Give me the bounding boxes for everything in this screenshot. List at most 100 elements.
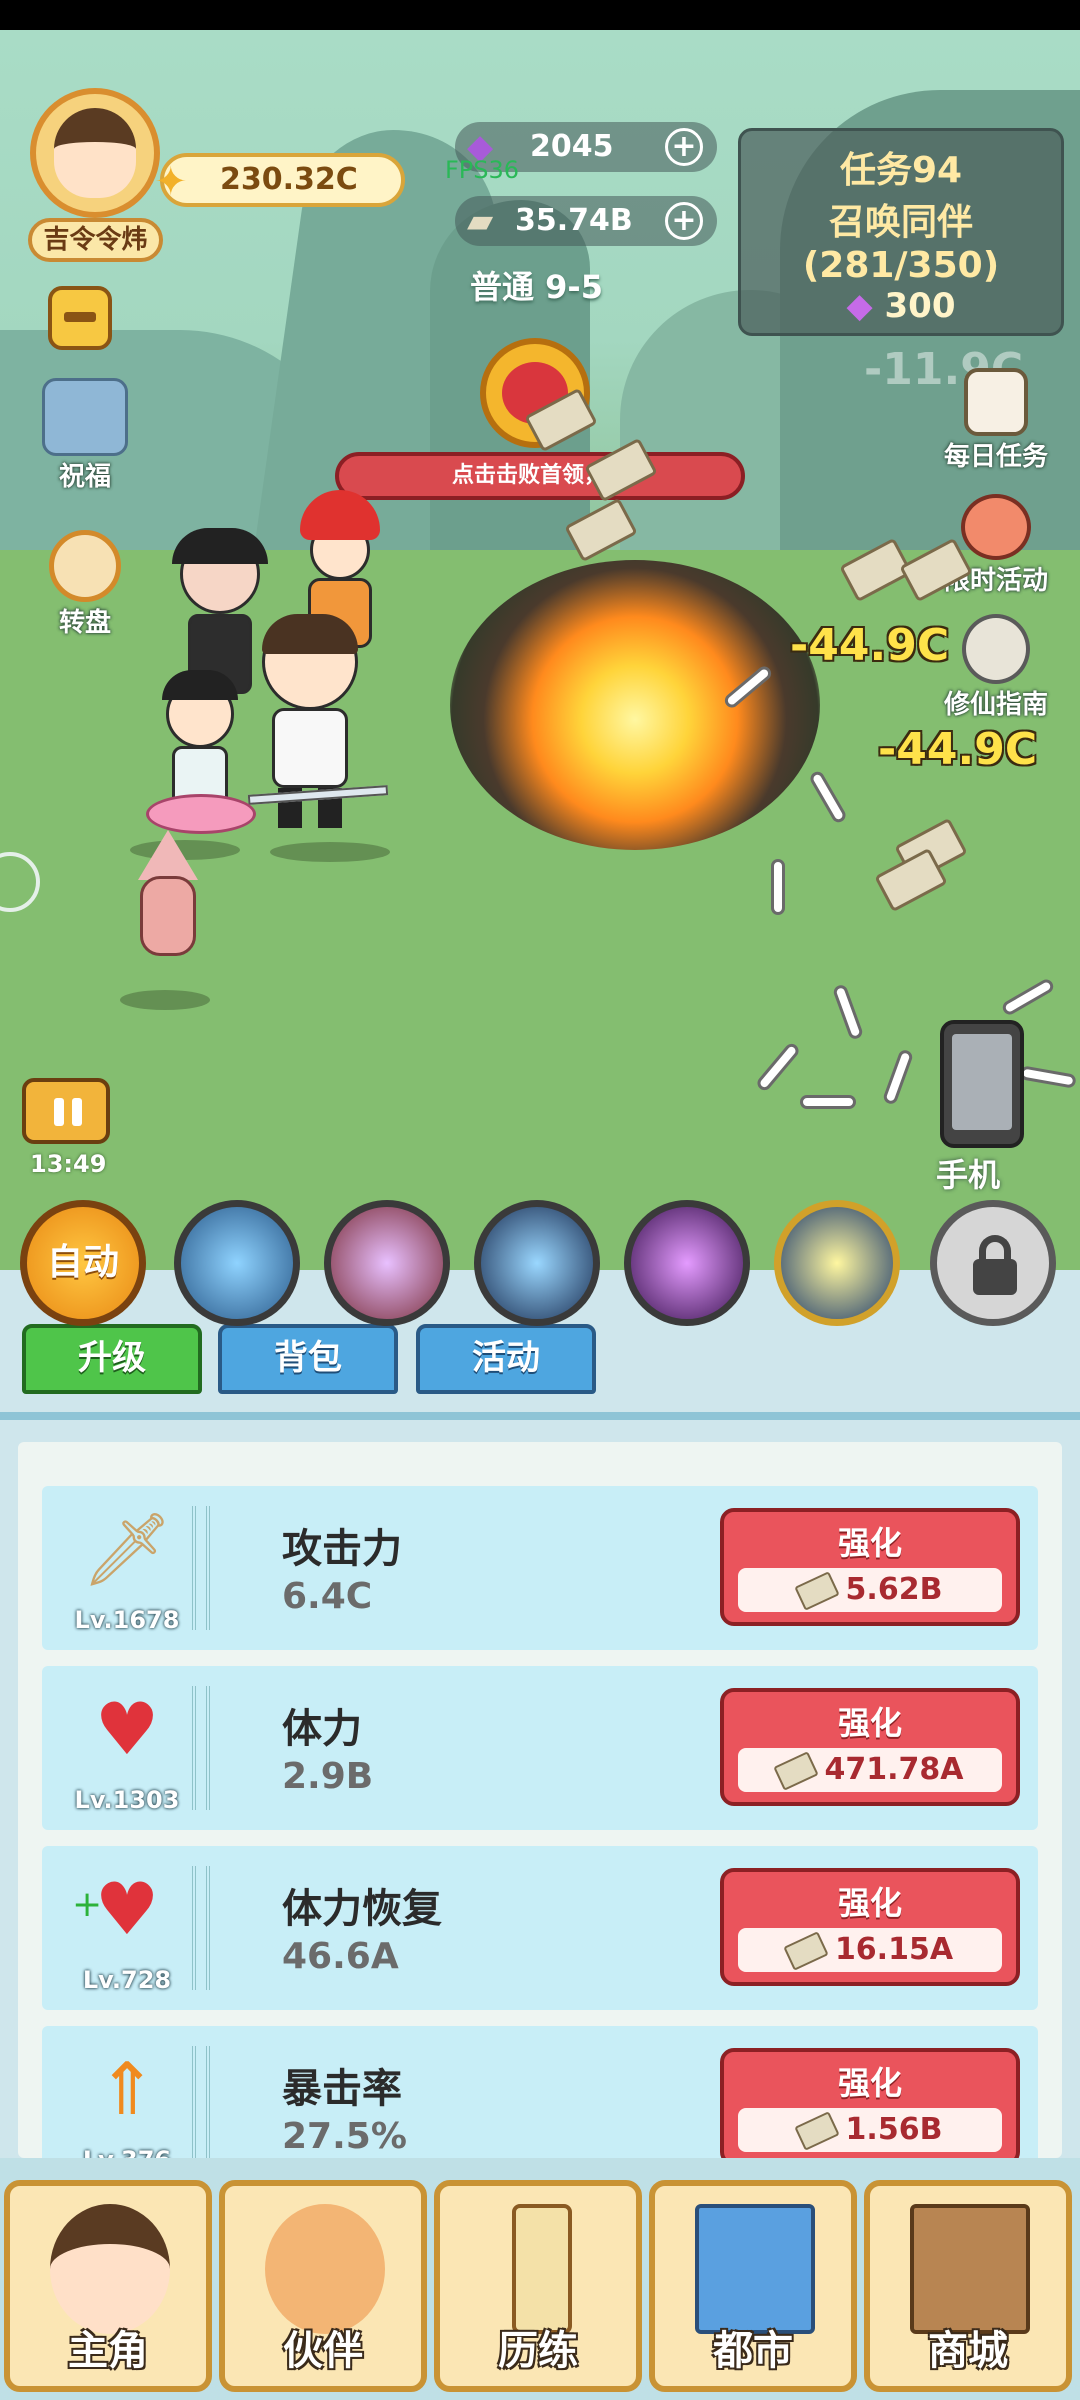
task-title: 任务94 [839, 150, 963, 191]
stage-label: 普通 9-5 [470, 268, 603, 306]
cash-icon [793, 1570, 840, 1611]
skill-locked-slot[interactable] [930, 1200, 1056, 1326]
clipboard-icon [964, 368, 1028, 436]
roulette-wheel-icon [49, 530, 121, 602]
gold-value: 230.32C [220, 162, 358, 197]
daily-task-button[interactable]: 每日任务 [932, 368, 1060, 473]
player-name[interactable]: 吉令令炜 [28, 218, 163, 262]
skill-beast-icon[interactable] [324, 1200, 450, 1326]
upgrade-cost: 471.78A [738, 1748, 1002, 1792]
bone-debris [771, 859, 785, 915]
task-panel[interactable]: 任务94 召唤同伴 (281/350) ◆ 300 [738, 128, 1064, 336]
squid-body [140, 876, 196, 956]
pause-icon [72, 1098, 82, 1126]
skill-lightning-icon[interactable] [624, 1200, 750, 1326]
nav-label: 伙伴 [283, 2328, 363, 2374]
gold-counter: ✦ 230.32C [154, 153, 405, 207]
task-progress: (281/350) [802, 245, 1000, 286]
cash-icon [783, 1930, 829, 1971]
nav-shop[interactable]: 商城 [864, 2180, 1072, 2392]
upgrade-list[interactable]: 🗡 Lv.1678 攻击力 6.4C 强化 5.62B ♥ Lv.1303 体力… [18, 1442, 1062, 2158]
explosion-effect [450, 560, 820, 850]
avatar-face [54, 108, 136, 198]
nav-training[interactable]: 历练 [434, 2180, 642, 2392]
task-reward-value: 300 [884, 286, 956, 326]
add-cash-button[interactable]: + [665, 202, 703, 240]
stat-value: 46.6A [282, 1936, 399, 1977]
nav-hero[interactable]: 主角 [4, 2180, 212, 2392]
shop-stall-icon [910, 2204, 1030, 2334]
squid-fin [138, 830, 198, 880]
city-buildings-icon [695, 2204, 815, 2334]
upgrade-button-crit[interactable]: 强化 1.56B [720, 2048, 1020, 2158]
tab-bar: 升级 背包 活动 [0, 1324, 1080, 1396]
skill-spirit-orb-icon[interactable] [474, 1200, 600, 1326]
ornament-divider [192, 1866, 210, 1990]
stat-name: 体力恢复 [282, 1885, 442, 1932]
cultivation-guide-label: 修仙指南 [943, 690, 1048, 720]
cultivation-guide-button[interactable]: 修仙指南 [932, 614, 1060, 721]
stat-icon-wrap: ♥ Lv.1303 [62, 1684, 182, 1814]
minus-icon [64, 312, 96, 322]
upgrade-row-attack: 🗡 Lv.1678 攻击力 6.4C 强化 5.62B [42, 1486, 1038, 1650]
stat-level: Lv.376 [62, 2146, 192, 2158]
stat-name: 暴击率 [282, 2065, 402, 2112]
cash-icon: ▰ [467, 201, 494, 241]
hero-shadow [270, 842, 390, 862]
fps-counter: FPS36 [445, 156, 520, 184]
skill-comet-icon[interactable] [774, 1200, 900, 1326]
upgrade-row-regen: ♥ + Lv.728 体力恢复 46.6A 强化 16.15A [42, 1846, 1038, 2010]
cat-portrait-icon [265, 2204, 385, 2334]
skill-bar: 自动 [0, 1190, 1080, 1326]
skill-ice-dragon-icon[interactable] [174, 1200, 300, 1326]
upgrade-cost-value: 1.56B [845, 2112, 943, 2147]
tab-activity[interactable]: 活动 [416, 1324, 596, 1394]
add-gems-button[interactable]: + [665, 128, 703, 166]
player-avatar[interactable] [30, 88, 160, 218]
crit-arrow-icon: ⇑ [96, 2047, 158, 2131]
plus-icon: + [72, 1884, 103, 1925]
nav-partner[interactable]: 伙伴 [219, 2180, 427, 2392]
upgrade-cost: 5.62B [738, 1568, 1002, 1612]
ornament-divider [192, 2046, 210, 2158]
nav-label: 历练 [498, 2328, 578, 2374]
auto-battle-button[interactable]: 自动 [20, 1200, 146, 1326]
daily-task-label: 每日任务 [943, 442, 1048, 472]
heal-heart-icon: ♥ + [72, 1864, 182, 1954]
phone-icon [952, 1034, 1012, 1130]
upgrade-button-label: 强化 [837, 1524, 902, 1562]
collapse-button[interactable] [48, 286, 112, 350]
pause-icon [54, 1098, 64, 1126]
party-popper-icon [961, 494, 1031, 560]
pause-button[interactable] [22, 1078, 110, 1144]
sage-figure-icon [962, 614, 1030, 684]
upgrade-cost: 16.15A [738, 1928, 1002, 1972]
tab-bag[interactable]: 背包 [218, 1324, 398, 1394]
stat-level: Lv.1303 [74, 1786, 180, 1814]
blessing-label: 祝福 [58, 462, 111, 492]
upgrade-row-stamina: ♥ Lv.1303 体力 2.9B 强化 471.78A [42, 1666, 1038, 1830]
upgrade-button-stamina[interactable]: 强化 471.78A [720, 1688, 1020, 1806]
tab-upgrade[interactable]: 升级 [22, 1324, 202, 1394]
status-bar [0, 0, 1080, 30]
upgrade-button-regen[interactable]: 强化 16.15A [720, 1868, 1020, 1986]
cash-icon [772, 1750, 819, 1791]
blessing-button[interactable]: 祝福 [30, 378, 140, 493]
nav-city[interactable]: 都市 [649, 2180, 857, 2392]
phone-button[interactable] [940, 1020, 1024, 1148]
boss-hint-banner[interactable]: 点击击败首领，完 [335, 452, 745, 500]
stat-value: 27.5% [282, 2116, 407, 2157]
lock-icon [973, 1259, 1017, 1295]
wheel-button[interactable]: 转盘 [40, 530, 130, 639]
upgrade-row-crit: ⇑ Lv.376 暴击率 27.5% 强化 1.56B [42, 2026, 1038, 2158]
task-name: 召唤同伴 [828, 202, 973, 243]
upgrade-button-label: 强化 [837, 1884, 902, 1922]
stat-icon-wrap: ♥ + Lv.728 [62, 1864, 182, 1994]
wheel-label: 转盘 [58, 608, 111, 638]
heart-icon: ♥ [94, 1687, 160, 1771]
damage-number: -44.9C [878, 724, 1038, 775]
upgrade-button-attack[interactable]: 强化 5.62B [720, 1508, 1020, 1626]
upgrade-cost-value: 471.78A [824, 1752, 964, 1787]
battle-timer: 13:49 [30, 1150, 107, 1178]
stat-name: 体力 [282, 1705, 362, 1752]
